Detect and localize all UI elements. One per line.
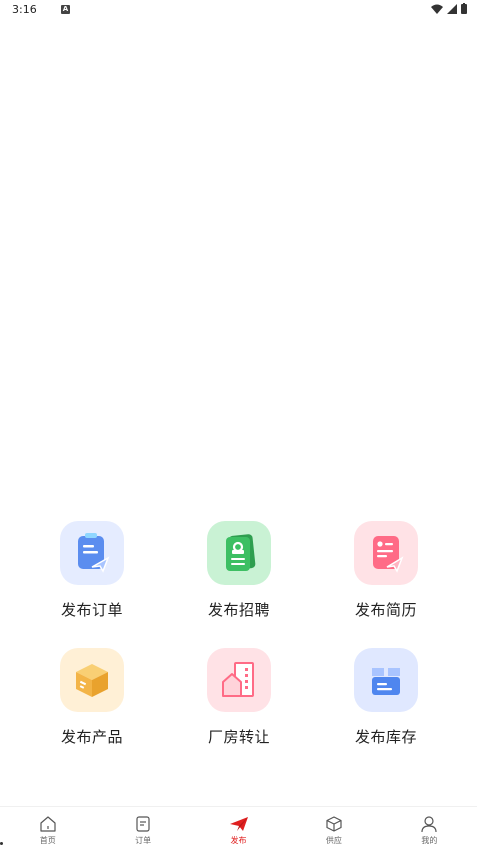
home-icon [40,816,56,832]
tab-label: 发布 [230,836,247,845]
tab-supply[interactable]: 供应 [286,807,381,850]
publish-recruit-tile[interactable] [207,521,271,585]
bottom-tab-bar: 首页 订单 发布 供应 我的 [0,806,477,850]
publish-resume-icon [373,536,404,573]
tab-label: 我的 [421,836,438,845]
menu-item-publish-resume[interactable]: 发布简历 [326,521,446,620]
wifi-icon [431,4,443,14]
tab-profile[interactable]: 我的 [382,807,477,850]
tab-label: 供应 [325,836,342,845]
supply-icon [326,816,342,832]
publish-inventory-icon [372,668,400,695]
status-icons [431,3,467,14]
status-time: 3:16 [12,3,37,16]
menu-item-factory-transfer[interactable]: 厂房转让 [179,648,299,747]
signal-icon [447,3,457,14]
publish-recruit-icon [226,534,256,571]
publish-resume-tile[interactable] [354,521,418,585]
tab-label: 订单 [135,836,152,845]
publish-product-icon [76,664,108,697]
menu-item-label: 发布订单 [60,601,123,619]
menu-item-label: 发布简历 [354,601,417,619]
menu-item-publish-inventory[interactable]: 发布库存 [326,648,446,747]
menu-item-publish-recruit[interactable]: 发布招聘 [179,521,299,620]
tab-home[interactable]: 首页 [0,807,95,850]
order-icon [136,816,150,832]
notification-icon: A [61,5,70,14]
tab-label: 首页 [39,836,56,845]
menu-item-publish-order[interactable]: 发布订单 [32,521,152,620]
menu-item-label: 厂房转让 [207,728,270,746]
menu-item-publish-product[interactable]: 发布产品 [32,648,152,747]
publish-product-tile[interactable] [60,648,124,712]
menu-item-label: 发布招聘 [207,601,270,619]
tab-orders[interactable]: 订单 [95,807,190,850]
battery-icon [461,3,467,14]
status-bar: 3:16 A [0,0,477,20]
publish-order-tile[interactable] [60,521,124,585]
menu-item-label: 发布库存 [354,728,417,746]
tab-publish[interactable]: 发布 [191,807,286,850]
menu-item-label: 发布产品 [60,728,123,746]
publish-order-icon [78,533,110,573]
publish-icon [229,817,248,831]
corner-dot [0,842,3,845]
profile-icon [421,816,437,833]
factory-transfer-icon [222,662,254,697]
publish-inventory-tile[interactable] [354,648,418,712]
factory-transfer-tile[interactable] [207,648,271,712]
